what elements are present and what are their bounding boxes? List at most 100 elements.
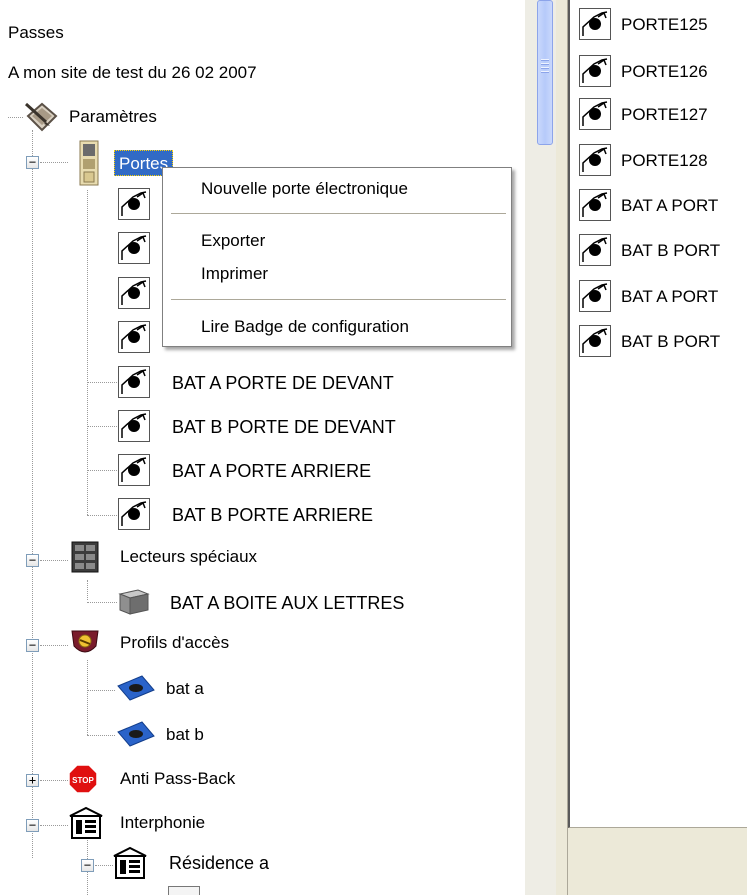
tree-line [87,580,88,600]
list-item-label: PORTE125 [621,15,708,34]
scrollbar-thumb[interactable] [537,0,553,145]
menu-item-new-door[interactable]: Nouvelle porte électronique [201,178,408,200]
list-item-label: BAT B PORT [621,241,721,260]
scrollbar-grip-icon [541,59,549,75]
list-item-label: PORTE127 [621,105,708,124]
tree-line [87,660,88,735]
reader-box-icon [118,589,150,615]
stop-sign-icon: STOP [68,764,98,794]
door-list-view[interactable]: PORTE125 PORTE126 PORTE127 PORTE128 BAT … [568,0,747,828]
status-area [568,828,747,895]
tree-line [8,117,23,118]
tree-node-lecteurs[interactable]: Lecteurs spéciaux [68,540,328,574]
profile-card-icon [117,721,155,747]
collapse-toggle-profils[interactable]: − [26,639,39,652]
menu-item-read-badge[interactable]: Lire Badge de configuration [201,316,409,338]
list-item[interactable]: BAT A PORT [579,189,747,223]
collapse-toggle-portes[interactable]: − [26,156,39,169]
tree-view[interactable]: Passes A mon site de test du 26 02 2007 … [0,0,525,895]
electronic-door-icon [579,98,611,130]
tree-node-parametres[interactable]: Paramètres [22,100,222,134]
tree-site-label[interactable]: A mon site de test du 26 02 2007 [8,62,257,84]
tree-node-label: Lecteurs spéciaux [120,547,258,566]
tree-node-antipass[interactable]: STOP Anti Pass-Back [68,762,308,796]
tree-line [40,560,68,561]
settings-pen-icon [24,102,58,132]
door-label: BAT A PORTE DE DEVANT [172,373,394,393]
tree-node-interphonie[interactable]: Interphonie [68,806,308,840]
tree-node-label: Interphonie [120,813,206,832]
collapse-toggle-residence[interactable]: − [81,859,94,872]
electronic-door-icon [118,454,150,486]
tree-line [40,645,68,646]
list-item[interactable]: PORTE127 [579,98,747,132]
context-menu[interactable]: Nouvelle porte électronique Exporter Imp… [162,167,512,347]
intercom-icon [69,806,103,839]
tree-item-profil[interactable]: bat a [116,672,276,706]
tree-line [87,735,115,736]
electronic-door-icon [118,366,150,398]
electronic-door-icon [579,325,611,357]
tree-item-profil[interactable]: bat b [116,718,276,752]
tree-node-label: Résidence a [169,853,270,873]
tree-root-label[interactable]: Passes [8,22,64,44]
tree-line [95,865,113,866]
list-item[interactable]: PORTE125 [579,8,747,42]
tree-line [32,130,33,858]
svg-text:STOP: STOP [72,776,94,785]
tree-line [87,470,117,471]
tree-node-label: Profils d'accès [120,633,230,652]
list-item-label: PORTE128 [621,151,708,170]
electronic-door-icon [579,189,611,221]
tree-line [87,426,117,427]
tree-line [87,190,88,515]
list-item[interactable]: PORTE128 [579,144,747,178]
electronic-door-icon [118,232,150,264]
electronic-door-icon [118,188,150,220]
list-item-label: BAT A PORT [621,196,719,215]
tree-line [40,780,68,781]
electronic-door-icon [579,280,611,312]
list-item[interactable]: BAT B PORT [579,325,747,359]
electronic-door-icon [118,498,150,530]
list-item-label: BAT B PORT [621,332,721,351]
pane-splitter[interactable] [556,0,568,895]
door-label: BAT B PORTE DE DEVANT [172,417,396,437]
tree-node-label: Anti Pass-Back [120,769,236,788]
tree-item-lecteur[interactable]: BAT A BOITE AUX LETTRES [116,586,476,620]
tree-item-label: bat a [166,679,204,698]
electronic-door-icon [579,234,611,266]
list-item[interactable]: PORTE126 [579,55,747,89]
profile-card-icon [117,675,155,701]
electronic-door-icon [118,410,150,442]
tree-line [87,602,117,603]
list-item[interactable]: BAT A PORT [579,280,747,314]
door-label: BAT B PORTE ARRIERE [172,505,374,525]
tree-item-door[interactable]: BAT A PORTE DE DEVANT [118,366,458,400]
tree-node-profils[interactable]: Profils d'accès [68,626,308,660]
intercom-icon [113,846,147,879]
tree-node-residence[interactable]: Résidence a [112,846,352,880]
menu-separator [171,299,506,300]
tree-line [87,382,117,383]
electronic-door-icon [579,55,611,87]
reader-cabinet-icon [71,541,99,573]
tree-scrollbar[interactable] [525,0,556,895]
electronic-door-icon [118,277,150,309]
collapse-toggle-interphonie[interactable]: − [26,819,39,832]
tree-item-door[interactable]: BAT A PORTE ARRIERE [118,454,458,488]
door-panel-icon [79,140,99,186]
list-item-label: PORTE126 [621,62,708,81]
tree-item-door[interactable]: BAT B PORTE ARRIERE [118,498,458,532]
tree-item-partial [168,886,200,895]
menu-item-export[interactable]: Exporter [201,230,265,252]
expand-toggle-antipass[interactable]: + [26,774,39,787]
list-item[interactable]: BAT B PORT [579,234,747,268]
tree-item-label: BAT A BOITE AUX LETTRES [170,593,405,613]
tree-line [87,690,115,691]
collapse-toggle-lecteurs[interactable]: − [26,554,39,567]
tree-item-door[interactable]: BAT B PORTE DE DEVANT [118,410,458,444]
tree-line [40,825,68,826]
tree-item-label: bat b [166,725,204,744]
menu-item-print[interactable]: Imprimer [201,263,268,285]
